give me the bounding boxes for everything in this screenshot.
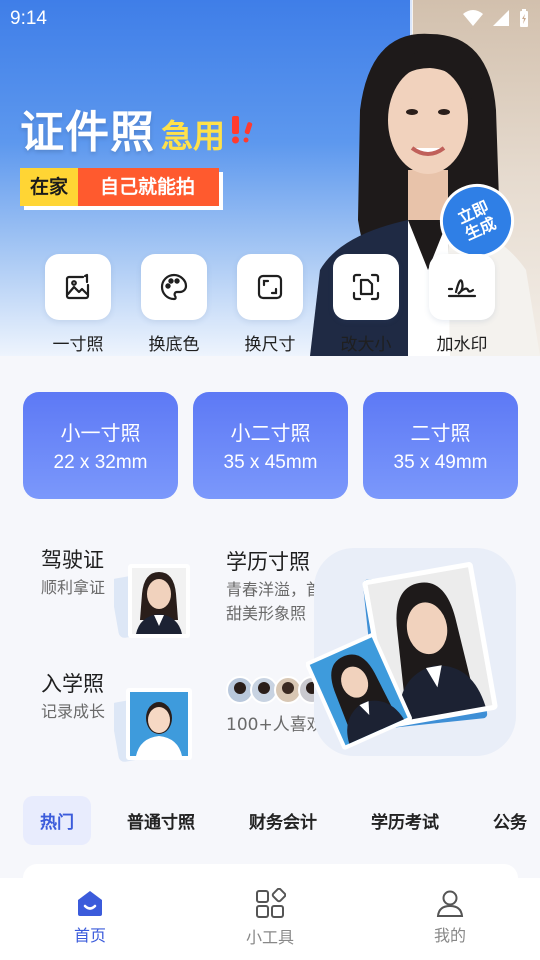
size-card-small-one-inch[interactable]: 小一寸照 22 x 32mm: [23, 392, 178, 499]
generate-now-label: 立即生成: [454, 197, 499, 244]
size-card-name: 小一寸照: [60, 421, 141, 445]
feature-title: 入学照: [41, 672, 104, 696]
tab-civil-service[interactable]: 公务: [493, 808, 527, 833]
feature-driving-license[interactable]: 驾驶证 顺利拿证: [41, 544, 105, 600]
photo-add-icon: [65, 273, 90, 300]
driving-license-photo: [114, 564, 190, 638]
nav-label: 我的: [433, 926, 466, 945]
nav-label: 首页: [73, 926, 106, 945]
tool-row: 一寸照 换底色 换尺寸 改大小 加水印: [0, 254, 540, 355]
tab-hot[interactable]: 热门: [23, 796, 91, 845]
size-card-dims: 35 x 45mm: [223, 452, 318, 473]
nav-label: 小工具: [245, 928, 294, 947]
battery-icon: [520, 9, 528, 27]
bottom-navigation: 首页 小工具 我的: [0, 878, 540, 960]
file-scan-icon: [352, 273, 380, 301]
hero-badge-right: 自己就能拍: [78, 168, 220, 206]
nav-home[interactable]: 首页: [0, 878, 180, 960]
feature-title: 驾驶证: [41, 548, 104, 572]
palette-icon: [160, 273, 188, 301]
resize-icon: [257, 274, 283, 300]
size-card-name: 小二寸照: [230, 421, 311, 445]
tool-label: 换底色: [148, 335, 200, 355]
feature-enrollment[interactable]: 入学照 记录成长: [41, 668, 105, 724]
popular-size-cards: 小一寸照 22 x 32mm 小二寸照 35 x 45mm 二寸照 35 x 4…: [23, 392, 518, 499]
size-card-dims: 35 x 49mm: [393, 452, 488, 473]
tool-change-size[interactable]: 换尺寸: [222, 254, 318, 355]
tab-normal[interactable]: 普通寸照: [127, 808, 195, 833]
tool-label: 加水印: [436, 335, 488, 355]
status-time: 9:14: [10, 8, 47, 29]
feature-subtitle: 顺利拿证: [41, 578, 106, 597]
tab-education-exam[interactable]: 学历考试: [371, 808, 439, 833]
size-card-two-inch[interactable]: 二寸照 35 x 49mm: [363, 392, 518, 499]
tool-change-bg[interactable]: 换底色: [126, 254, 222, 355]
wifi-icon: [463, 10, 483, 26]
tool-label: 改大小: [340, 335, 392, 355]
hero-badge-left: 在家: [20, 168, 79, 206]
tool-one-inch[interactable]: 一寸照: [30, 254, 126, 355]
signature-icon: [447, 279, 477, 298]
tab-finance[interactable]: 财务会计: [249, 808, 317, 833]
size-card-small-two-inch[interactable]: 小二寸照 35 x 45mm: [193, 392, 348, 499]
exclamation-icon: [232, 116, 253, 144]
home-icon: [78, 891, 102, 916]
hero-banner[interactable]: 9:14 证件照 急用 在家 自己就能拍 立即生成 一寸照 换底色 换尺寸 改大…: [0, 0, 540, 356]
tool-label: 一寸照: [52, 335, 104, 355]
hero-title-sub: 急用: [161, 117, 226, 155]
enrollment-photo: [114, 688, 192, 762]
size-card-name: 二寸照: [410, 421, 471, 445]
user-icon: [436, 890, 464, 917]
feature-subtitle: 记录成长: [41, 702, 106, 721]
tool-label: 换尺寸: [244, 335, 296, 355]
status-bar: 9:14: [0, 0, 540, 36]
nav-profile[interactable]: 我的: [360, 878, 540, 960]
category-tabs: 热门 普通寸照 财务会计 学历考试 公务: [23, 796, 540, 845]
education-photo-stack: [306, 548, 516, 756]
tool-watermark[interactable]: 加水印: [414, 254, 510, 355]
hero-slogan-badge: 在家 自己就能拍: [20, 168, 220, 206]
hero-title: 证件照 急用: [20, 96, 255, 160]
signal-icon: [493, 10, 509, 26]
hero-title-main: 证件照: [20, 107, 155, 158]
size-card-dims: 22 x 32mm: [53, 452, 148, 473]
grid-icon: [256, 888, 286, 918]
nav-tools[interactable]: 小工具: [180, 878, 360, 960]
tool-change-filesize[interactable]: 改大小: [318, 254, 414, 355]
